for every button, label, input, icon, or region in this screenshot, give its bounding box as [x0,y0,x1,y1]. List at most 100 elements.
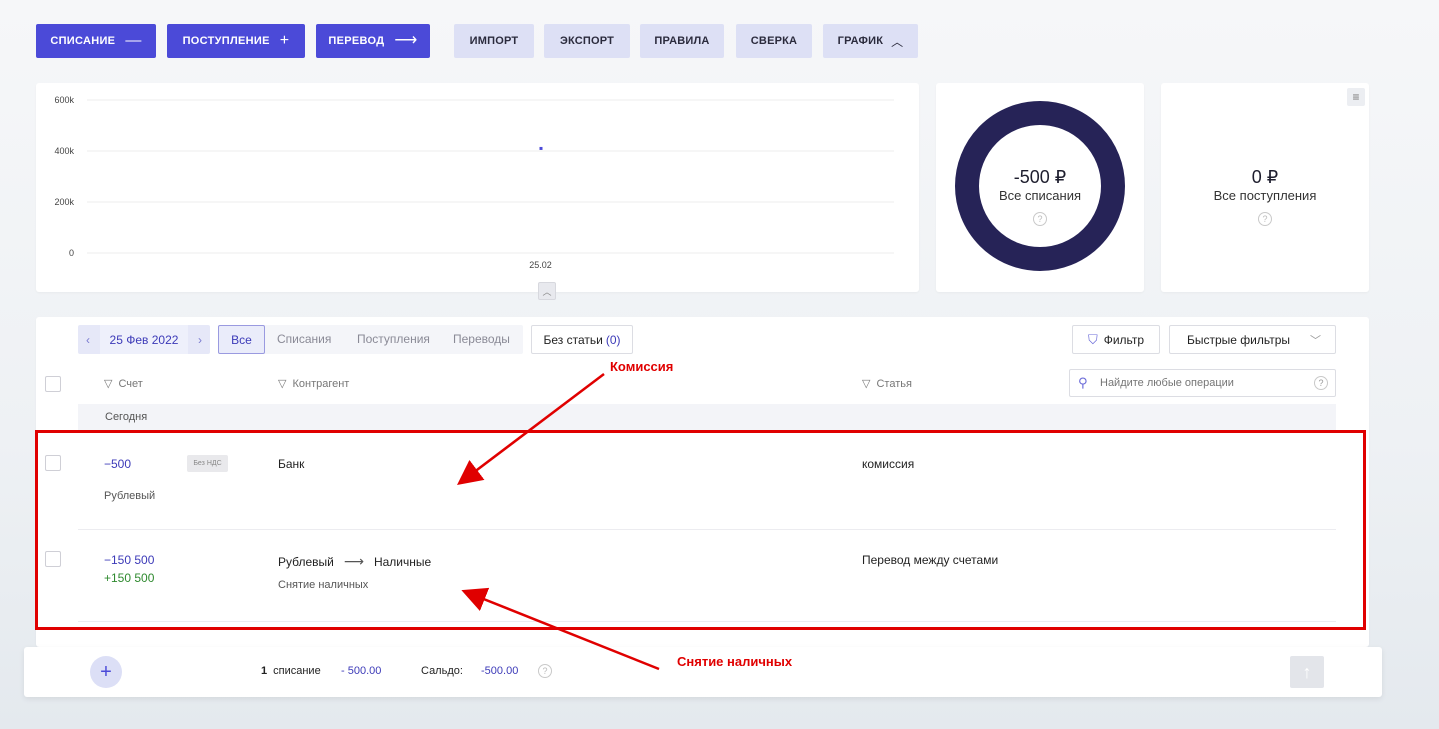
table-row[interactable] [78,430,1336,530]
group-header: Сегодня [78,404,1336,430]
date-picker: ‹ 25 Фев 2022 › [78,325,210,354]
funnel-icon: ▽ [862,378,871,390]
transfer-label: ПЕРЕВОД [328,35,385,47]
reconcile-label: СВЕРКА [750,35,798,47]
filter-button[interactable]: ⛉ Фильтр [1072,325,1160,354]
help-icon[interactable]: ? [1314,376,1328,390]
row-counterparty: Банк [278,457,305,471]
writeoff-button[interactable]: СПИСАНИЕ — [36,24,156,58]
vat-badge: Без НДС [187,455,228,472]
income-button[interactable]: ПОСТУПЛЕНИЕ + [167,24,305,58]
chart-point[interactable] [539,146,543,150]
rules-label: ПРАВИЛА [654,35,710,47]
no-article-label: Без статьи [543,332,603,347]
funnel-icon: ▽ [104,378,113,390]
quick-filters-label: Быстрые фильтры [1187,332,1290,347]
chart-toggle-button[interactable]: ГРАФИК ︿ [823,24,918,58]
rules-button[interactable]: ПРАВИЛА [640,24,724,58]
chevron-up-icon: ︿ [891,34,904,49]
chart-xtick-label: 25.02 [529,260,552,270]
help-icon[interactable]: ? [1258,212,1272,226]
row-transfer-accounts: Рублевый ⟶ Наличные [278,553,431,570]
quick-filters-select[interactable]: Быстрые фильтры ﹀ [1169,325,1336,354]
annotation-commission: Комиссия [610,359,674,374]
to-account: Наличные [373,554,432,569]
import-label: ИМПОРТ [469,35,519,47]
row-amount-out: −150 500 [104,553,155,567]
writeoffs-summary-card: -500 ₽ Все списания ? [936,83,1144,292]
reconcile-button[interactable]: СВЕРКА [736,24,812,58]
chart-ytick-label: 0 [69,248,74,258]
chevron-left-icon[interactable]: ‹ [78,325,98,354]
row-article: комиссия [862,457,915,471]
chart-card: 600k 400k 200k 0 25.02 [36,83,919,292]
operations-chart: 600k 400k 200k 0 25.02 [54,95,894,270]
row-account: Рублевый [104,490,156,502]
add-operation-button[interactable]: + [90,656,122,688]
no-article-button[interactable]: Без статьи (0) [531,325,633,354]
import-button[interactable]: ИМПОРТ [454,24,534,58]
row-checkbox[interactable] [45,455,61,471]
operations-panel: ‹ 25 Фев 2022 › Все Списания Поступления… [36,317,1369,647]
footer-count-label: списание [273,665,321,677]
income-label: ПОСТУПЛЕНИЕ [182,35,270,47]
row-amount-in: +150 500 [104,571,155,585]
income-summary-card: ≡ 0 ₽ Все поступления ? [1161,83,1369,292]
column-account-label: Счет [118,377,143,390]
search-box: ⚲ ? [1069,369,1336,397]
chart-ytick-label: 400k [54,146,74,156]
group-label: Сегодня [105,411,148,423]
tab-writeoffs[interactable]: Списания [277,332,331,346]
plus-icon: + [279,32,290,49]
table-row[interactable] [78,530,1336,622]
select-all-checkbox[interactable] [45,376,61,392]
chart-ytick-label: 600k [54,95,74,105]
footer-sum: - 500.00 [341,665,382,677]
footer-balance: -500.00 [481,665,519,677]
funnel-icon: ▽ [278,378,287,390]
writeoff-label: СПИСАНИЕ [50,35,116,47]
search-icon: ⚲ [1078,375,1088,390]
column-counterparty-label: Контрагент [292,377,350,390]
writeoffs-value: -500 ₽ [1013,167,1067,187]
export-label: ЭКСПОРТ [559,35,615,47]
no-article-count: (0) [605,332,621,347]
export-button[interactable]: ЭКСПОРТ [544,24,630,58]
income-label: Все поступления [1213,188,1317,203]
from-account: Рублевый [278,554,334,569]
current-date[interactable]: 25 Фев 2022 [100,325,188,354]
filter-label: Фильтр [1103,332,1145,347]
column-counterparty[interactable]: ▽ Контрагент [278,377,350,391]
column-account[interactable]: ▽ Счет [104,377,143,391]
minus-icon: — [125,32,142,49]
chevron-down-icon: ﹀ [1310,334,1321,347]
footer-balance-label: Сальдо: [421,665,463,677]
arrow-right-icon: ⟶ [394,32,418,49]
chevron-right-icon[interactable]: › [190,325,210,354]
annotation-cash-withdrawal: Снятие наличных [677,654,793,669]
chart-ytick-label: 200k [54,197,74,207]
funnel-icon: ⛉ [1087,331,1098,347]
income-value: 0 ₽ [1251,167,1279,187]
row-description: Снятие наличных [278,579,369,591]
help-icon[interactable]: ? [538,664,552,678]
collapse-chart-chevron-icon[interactable]: ︿ [538,282,556,300]
help-icon[interactable]: ? [1033,212,1047,226]
scroll-top-arrow-up-icon[interactable]: ↑ [1290,656,1324,688]
transfer-button[interactable]: ПЕРЕВОД ⟶ [316,24,430,58]
row-article: Перевод между счетами [862,553,999,567]
column-article[interactable]: ▽ Статья [862,377,912,391]
footer-count: 1 списание [261,665,321,677]
column-article-label: Статья [876,377,912,390]
footer-count-value: 1 [261,665,268,677]
search-input[interactable] [1100,375,1300,391]
chart-toggle-label: ГРАФИК [837,35,884,47]
row-checkbox[interactable] [45,551,61,567]
menu-icon[interactable]: ≡ [1347,88,1365,106]
tab-incomes[interactable]: Поступления [357,332,430,346]
writeoffs-label: Все списания [998,188,1082,203]
tab-all[interactable]: Все [218,325,265,354]
tab-transfers[interactable]: Переводы [453,332,510,346]
row-amount: −500 [104,457,132,471]
arrow-right-icon: ⟶ [343,553,364,569]
